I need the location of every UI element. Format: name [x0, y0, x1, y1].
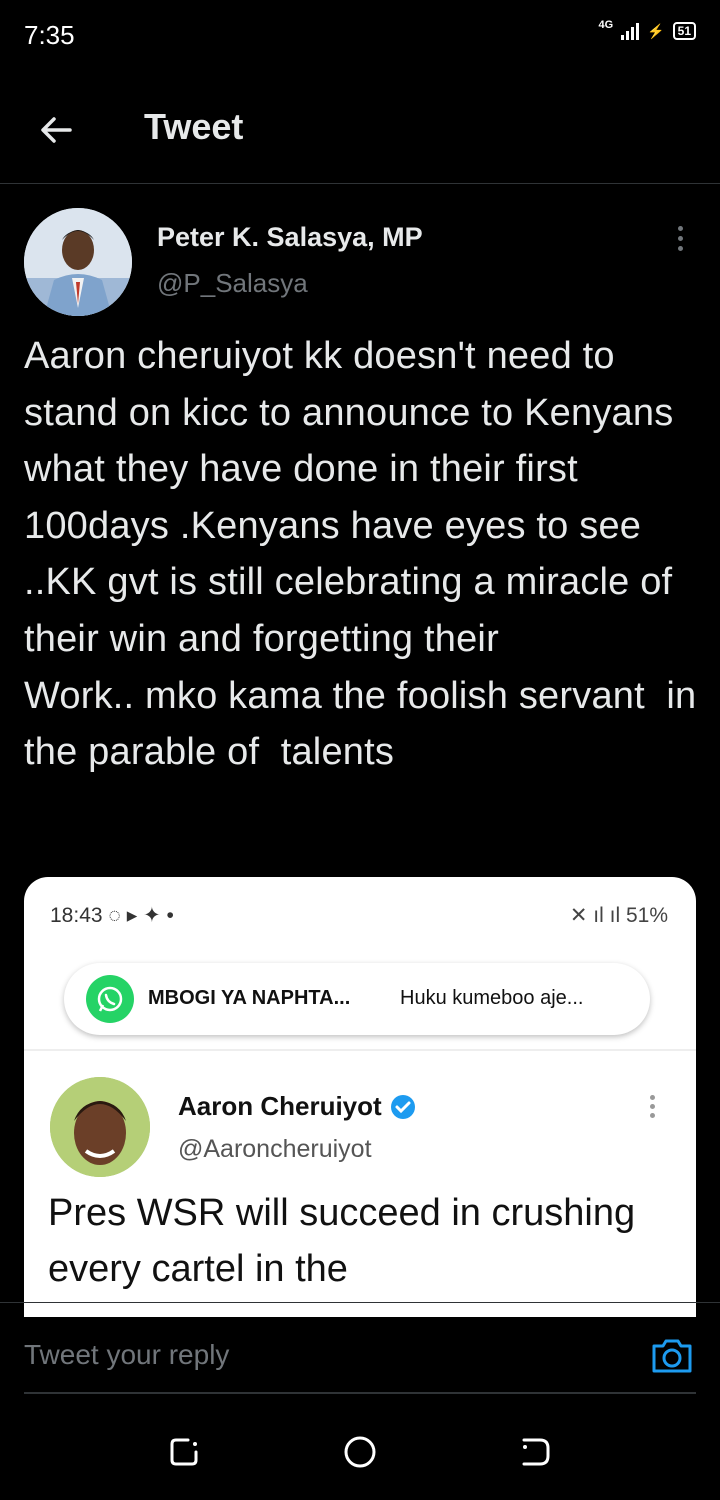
tweet-text: Aaron cheruiyot kk doesn't need to stand… — [24, 335, 697, 774]
author-name[interactable]: Peter K. Salasya, MP — [157, 222, 423, 253]
status-bar: 7:35 4G ⚡ 51 — [0, 0, 720, 70]
author-photo — [24, 208, 132, 316]
reply-underline — [24, 1392, 696, 1394]
signal-icon — [621, 22, 640, 40]
network-type: 4G — [598, 19, 614, 31]
quoted-text: Pres WSR will succeed in crushing every … — [48, 1192, 636, 1290]
status-time: 7:35 — [24, 20, 75, 50]
tweet-media-image[interactable]: 18:43 ◌ ▸ ✦ • ✕ ıl ıl 51% MBOGI YA NAPHT… — [24, 877, 696, 1317]
quoted-more-icon — [650, 1095, 655, 1118]
whatsapp-icon — [86, 975, 134, 1023]
charging-icon: ⚡ — [647, 22, 665, 39]
home-icon[interactable] — [342, 1434, 378, 1470]
quoted-handle: @Aaroncheruiyot — [178, 1135, 372, 1163]
recent-apps-icon[interactable] — [166, 1434, 202, 1470]
reply-bar: Tweet your reply — [0, 1302, 720, 1397]
notification-title: MBOGI YA NAPHTA... — [148, 987, 351, 1009]
battery-level: 51 — [672, 22, 696, 40]
back-arrow-icon[interactable] — [36, 110, 76, 150]
top-app-bar: Tweet — [0, 70, 720, 184]
quoted-photo — [50, 1077, 150, 1177]
media-divider — [24, 1049, 696, 1051]
whatsapp-notification: MBOGI YA NAPHTA... Huku kumeboo aje... — [64, 963, 650, 1035]
verified-badge-icon — [390, 1094, 415, 1119]
back-nav-icon[interactable] — [518, 1434, 554, 1470]
reply-input[interactable]: Tweet your reply — [24, 1339, 229, 1371]
notification-text: Huku kumeboo aje... — [400, 987, 584, 1009]
page-title: Tweet — [144, 106, 244, 147]
author-handle[interactable]: @P_Salasya — [157, 268, 308, 299]
camera-icon[interactable] — [650, 1333, 694, 1377]
media-status-time: 18:43 ◌ ▸ ✦ • — [50, 904, 174, 927]
quoted-avatar — [50, 1077, 150, 1177]
media-status-icons: ✕ ıl ıl 51% — [569, 904, 668, 927]
more-options-icon[interactable] — [668, 226, 692, 256]
author-avatar[interactable] — [24, 208, 132, 316]
status-icons: 4G ⚡ 51 — [598, 19, 696, 40]
system-nav-bar — [0, 1400, 720, 1500]
quoted-name: Aaron Cheruiyot — [178, 1091, 416, 1122]
